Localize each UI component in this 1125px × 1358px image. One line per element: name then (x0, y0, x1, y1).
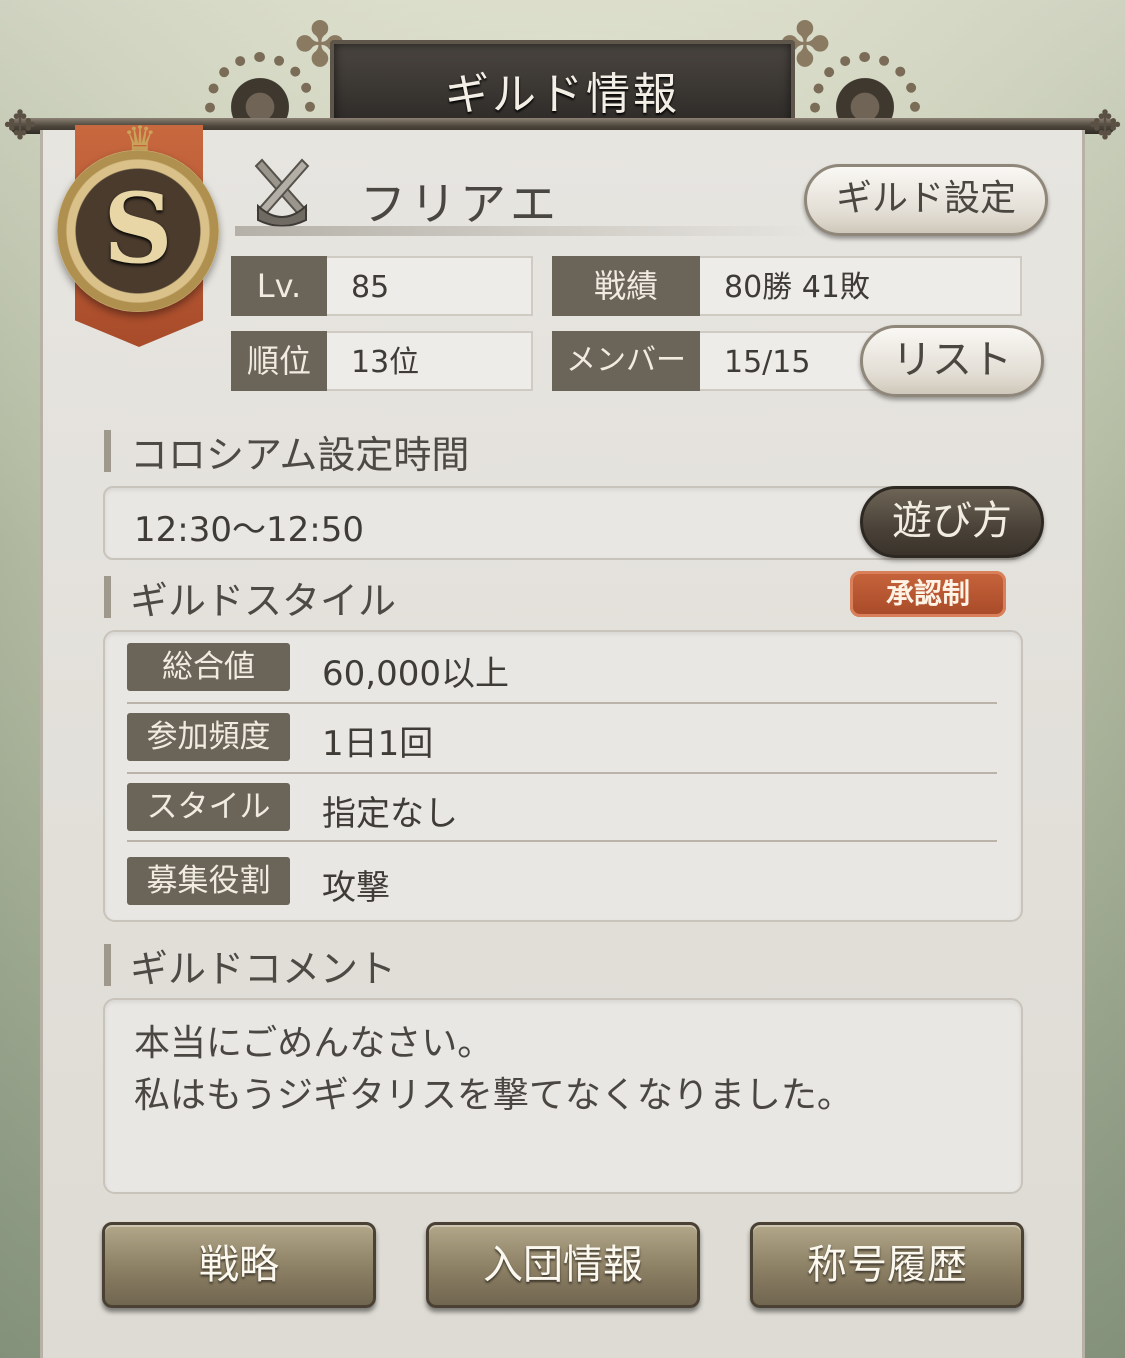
record-label: 戦績 (552, 256, 700, 316)
rank-letter: S (103, 172, 173, 285)
approval-badge: 承認制 (850, 571, 1006, 617)
style-value-total: 60,000以上 (322, 654, 509, 694)
page-title: ギルド情報 (445, 69, 680, 120)
guild-name: フリアエ (360, 177, 560, 231)
style-value-frequency: 1日1回 (322, 724, 434, 764)
member-list-button[interactable]: リスト (860, 325, 1044, 397)
rank-label: 順位 (231, 331, 327, 391)
strategy-button[interactable]: 戦略 (102, 1222, 376, 1308)
colosseum-heading: コロシアム設定時間 (104, 424, 469, 479)
style-divider (127, 772, 997, 774)
rod-end-left-icon: ✥ (3, 103, 37, 149)
rank-value: 13位 (327, 331, 533, 391)
title-history-button[interactable]: 称号履歴 (750, 1222, 1024, 1308)
style-value-style: 指定なし (322, 794, 458, 834)
name-underline (235, 226, 815, 236)
how-to-play-button[interactable]: 遊び方 (860, 486, 1044, 558)
level-value: 85 (327, 256, 533, 316)
style-label-style: スタイル (127, 783, 290, 831)
crossed-swords-icon (254, 158, 310, 227)
style-divider (127, 702, 997, 704)
level-label: Lv. (231, 256, 327, 316)
title-plaque: ギルド情報 (330, 40, 795, 130)
rod-end-right-icon: ✥ (1088, 103, 1122, 149)
guild-comment-text: 本当にごめんなさい。 私はもうジギタリスを撃てなくなりました。 (134, 1023, 853, 1116)
style-label-total: 総合値 (127, 643, 290, 691)
guild-style-heading: ギルドスタイル (104, 570, 396, 625)
record-value: 80勝 41敗 (700, 256, 1022, 316)
join-info-button[interactable]: 入団情報 (426, 1222, 700, 1308)
rank-emblem: S (57, 150, 219, 312)
colosseum-time: 12:30〜12:50 (134, 510, 364, 550)
guild-settings-button[interactable]: ギルド設定 (804, 164, 1048, 236)
style-divider (127, 840, 997, 842)
guild-comment-heading: ギルドコメント (104, 938, 396, 993)
style-label-frequency: 参加頻度 (127, 713, 290, 761)
members-label: メンバー (552, 331, 700, 391)
style-label-role: 募集役割 (127, 857, 290, 905)
style-value-role: 攻撃 (322, 868, 390, 908)
